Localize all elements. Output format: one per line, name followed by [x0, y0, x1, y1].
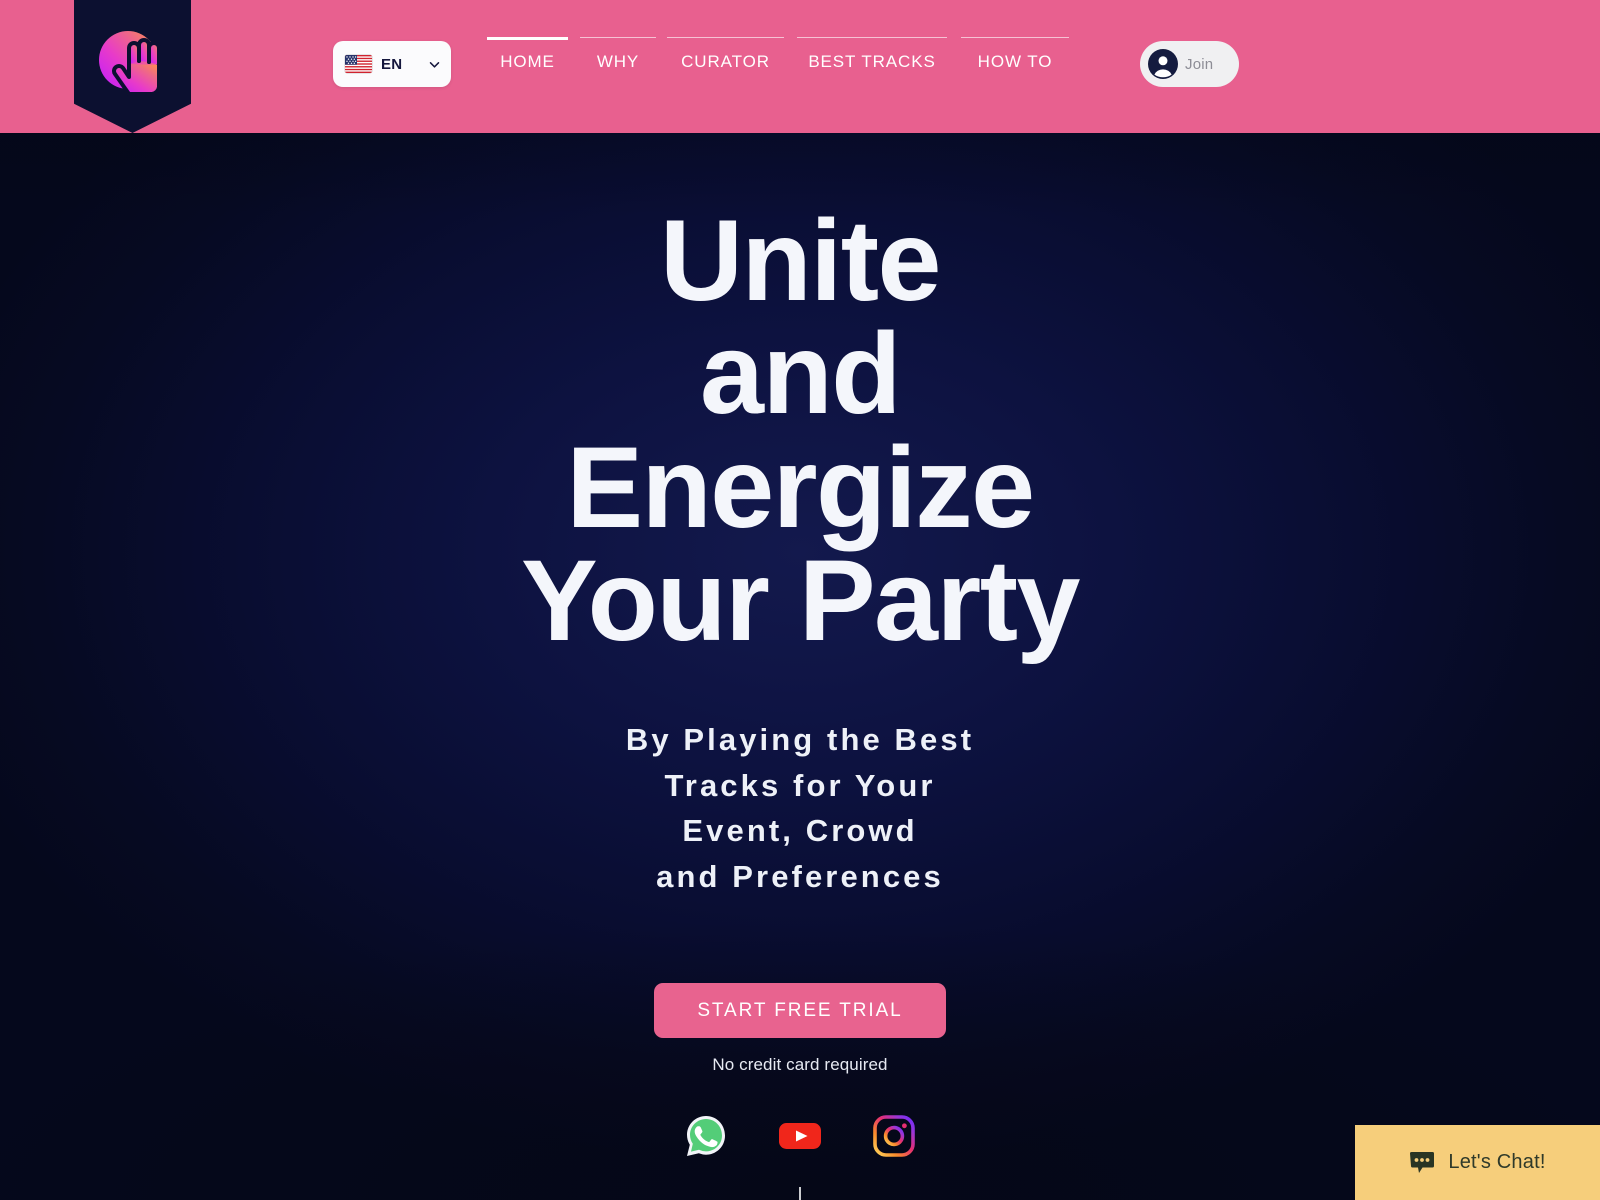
- hero-section: Unite and Energize Your Party By Playing…: [0, 133, 1600, 1200]
- join-button[interactable]: Join: [1140, 41, 1239, 87]
- main-navigation: HOME WHY CURATOR BEST TRACKS HOW TO: [487, 37, 1069, 70]
- site-header: EN HOME WHY CURATOR BEST TRACKS HOW TO J…: [0, 0, 1600, 133]
- nav-item-curator[interactable]: CURATOR: [667, 37, 784, 70]
- nav-rule: [580, 37, 656, 38]
- chat-bubble-icon: [1410, 1151, 1435, 1173]
- nav-rule: [667, 37, 784, 38]
- whatsapp-icon[interactable]: [683, 1113, 729, 1159]
- site-logo[interactable]: [74, 0, 191, 133]
- nav-label-home: HOME: [500, 52, 555, 71]
- language-selector[interactable]: EN: [333, 41, 451, 87]
- nav-label-curator: CURATOR: [681, 52, 770, 71]
- nav-rule: [797, 37, 947, 38]
- chat-widget[interactable]: Let's Chat!: [1355, 1125, 1600, 1200]
- subheadline-line-2: Tracks for Your: [664, 767, 936, 803]
- nav-item-home[interactable]: HOME: [487, 37, 568, 70]
- subheadline-line-1: By Playing the Best: [625, 722, 975, 758]
- nav-label-why: WHY: [596, 52, 640, 71]
- start-free-trial-button[interactable]: START FREE TRIAL: [654, 983, 946, 1039]
- user-avatar-icon: [1148, 49, 1178, 79]
- headline-line-2: and: [700, 310, 901, 439]
- headline-line-4: Your Party: [520, 536, 1081, 665]
- chat-widget-label: Let's Chat!: [1448, 1151, 1546, 1173]
- nav-rule: [961, 37, 1069, 38]
- page-title: Unite and Energize Your Party: [250, 197, 1350, 665]
- subheadline-line-3: Event, Crowd: [682, 813, 918, 849]
- us-flag-icon: [345, 55, 372, 73]
- subheadline-line-4: and Preferences: [656, 858, 944, 894]
- nav-item-how-to[interactable]: HOW TO: [961, 37, 1069, 70]
- arrow-down-icon[interactable]: [792, 1187, 808, 1200]
- join-button-label: Join: [1185, 55, 1214, 73]
- cta-disclaimer: No credit card required: [712, 1055, 888, 1075]
- hand-tap-logo-icon: [98, 31, 161, 96]
- chevron-down-icon: [429, 61, 440, 68]
- headline-line-1: Unite: [660, 197, 942, 325]
- social-links: [683, 1113, 917, 1159]
- nav-label-best-tracks: BEST TRACKS: [808, 52, 936, 71]
- nav-item-best-tracks[interactable]: BEST TRACKS: [797, 37, 947, 70]
- headline-line-3: Energize: [566, 423, 1035, 552]
- nav-rule-active: [487, 37, 568, 40]
- landing-page: EN HOME WHY CURATOR BEST TRACKS HOW TO J…: [0, 0, 1600, 1200]
- youtube-icon[interactable]: [777, 1113, 823, 1159]
- instagram-icon[interactable]: [871, 1113, 917, 1159]
- nav-label-how-to: HOW TO: [977, 52, 1053, 71]
- hero-subheadline: By Playing the Best Tracks for Your Even…: [565, 717, 1035, 899]
- nav-item-why[interactable]: WHY: [580, 37, 656, 70]
- language-code-label: EN: [381, 55, 403, 73]
